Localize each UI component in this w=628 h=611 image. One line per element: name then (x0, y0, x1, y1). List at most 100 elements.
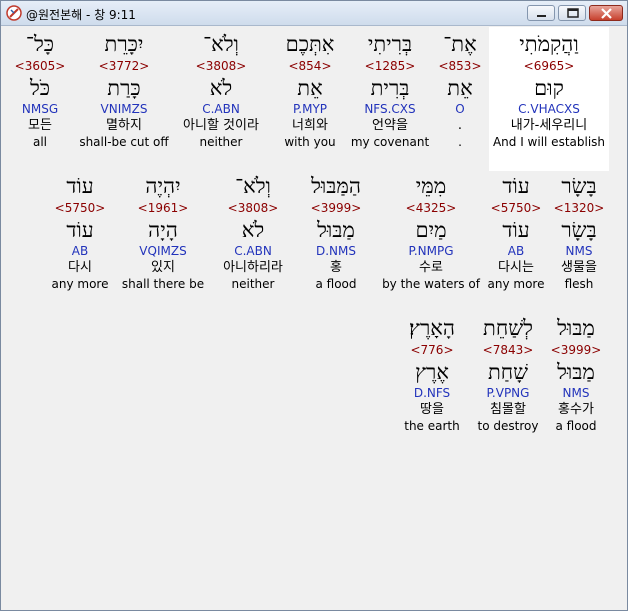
hebrew-word: מִמֵּי (415, 174, 447, 198)
word-cell-selected[interactable]: וַהֲקִמֹתִי <6965> קוּם C.VHACXS 내가-세우리니… (489, 27, 609, 171)
maximize-button[interactable] (558, 5, 586, 21)
strong-number[interactable]: <3999> (295, 199, 377, 217)
english-gloss: all (32, 135, 48, 149)
korean-gloss: 땅을 (420, 402, 444, 417)
word-cell[interactable]: עוֹד <5750> עוֹד AB 다시 any more (45, 173, 115, 292)
english-gloss: a flood (315, 277, 357, 291)
morphology: NMS (565, 244, 593, 258)
word-cell[interactable]: בְּרִיתִי <1285> בְּרִית NFS.CXS 언약을 my … (349, 31, 431, 150)
lemma: אֵת (297, 76, 323, 100)
korean-gloss: 멸하지 (106, 118, 142, 133)
word-cell[interactable]: עוֹד <5750> עוֹד AB 다시는 any more (483, 173, 549, 292)
maximize-icon (567, 8, 579, 18)
morphology: NMSG (21, 102, 59, 116)
hebrew-word: עוֹד (66, 174, 94, 198)
lemma: בָּשָׂר (561, 218, 597, 242)
morphology: P.NMPG (408, 244, 454, 258)
word-cell[interactable]: יִהְיֶה <1961> הָיָה VQIMZS 있지 shall the… (117, 173, 209, 292)
english-gloss: flesh (564, 277, 594, 291)
strong-number[interactable]: <3808> (169, 57, 273, 75)
word-cell[interactable]: אֶת־ <853> אֵת O . . (433, 31, 487, 150)
korean-gloss: 언약을 (372, 118, 408, 133)
lemma: מַבּוּל (317, 218, 355, 242)
word-cell[interactable]: בָּשָׂר <1320> בָּשָׂר NMS 생물을 flesh (551, 173, 607, 292)
minimize-button[interactable] (527, 5, 555, 21)
morphology: P.MYP (292, 102, 328, 116)
app-window: @원전본해 - 창 9:11 כָּל־ <3605> כֹּל NMSG 모든… (0, 0, 628, 611)
lemma: אֵת (447, 76, 473, 100)
lemma: לֹא (209, 76, 233, 100)
word-cell[interactable]: הַמַּבּוּל <3999> מַבּוּל D.NMS 홍 a floo… (295, 173, 377, 292)
hebrew-word: וַהֲקִמֹתִי (519, 32, 579, 56)
hebrew-word: יִכָּרֵת (104, 32, 144, 56)
korean-gloss: 수로 (419, 260, 443, 275)
morphology: VQIMZS (139, 244, 187, 258)
english-gloss: neither (199, 135, 243, 149)
korean-gloss: 있지 (151, 260, 175, 275)
strong-number[interactable]: <5750> (45, 199, 115, 217)
morphology: C.VHACXS (518, 102, 580, 116)
close-button[interactable] (589, 5, 623, 21)
strong-number[interactable]: <5750> (483, 199, 549, 217)
strong-number[interactable]: <3605> (9, 57, 71, 75)
strong-number[interactable]: <6965> (489, 57, 609, 75)
strong-number[interactable]: <1961> (117, 199, 209, 217)
strong-number[interactable]: <3772> (71, 57, 177, 75)
english-gloss: a flood (555, 419, 597, 433)
title-bar[interactable]: @원전본해 - 창 9:11 (1, 1, 627, 26)
hebrew-word: לְשַׁחֵת (483, 316, 533, 340)
hebrew-word: אִתְּכֶם (285, 32, 335, 56)
strong-number[interactable]: <3999> (547, 341, 605, 359)
morphology: C.ABN (202, 102, 240, 116)
hebrew-word: וְלֹא־ (235, 174, 271, 198)
morphology: P.VPNG (486, 386, 530, 400)
word-cell[interactable]: וְלֹא־ <3808> לֹא C.ABN 아니하리라 neither (211, 173, 295, 292)
lemma: הָיָה (148, 218, 178, 242)
hebrew-word: עוֹד (502, 174, 530, 198)
korean-gloss: 모든 (28, 118, 52, 133)
strong-number[interactable]: <3808> (211, 199, 295, 217)
hebrew-word: מַבּוּל (557, 316, 595, 340)
korean-gloss: 내가-세우리니 (510, 118, 588, 133)
strong-number[interactable]: <853> (433, 57, 487, 75)
lemma: בְּרִית (370, 76, 410, 100)
word-cell[interactable]: הָאָרֶץ׃ <776> אֶרֶץ D.NFS 땅을 the earth (397, 315, 467, 434)
word-cell[interactable]: מִמֵּי <4325> מַיִם P.NMPG 수로 by the wat… (379, 173, 483, 292)
window-title: @원전본해 - 창 9:11 (26, 8, 136, 22)
morphology: NMS (562, 386, 590, 400)
strong-number[interactable]: <1320> (551, 199, 607, 217)
word-cell[interactable]: יִכָּרֵת <3772> כָּרַת VNIMZS 멸하지 shall-… (71, 31, 177, 150)
strong-number[interactable]: <4325> (379, 199, 483, 217)
hebrew-word: הָאָרֶץ׃ (409, 316, 455, 340)
hebrew-word: בְּרִיתִי (367, 32, 413, 56)
word-cell[interactable]: מַבּוּל <3999> מַבּוּל NMS 홍수가 a flood (547, 315, 605, 434)
word-cell[interactable]: כָּל־ <3605> כֹּל NMSG 모든 all (9, 31, 71, 150)
english-gloss: any more (487, 277, 545, 291)
app-icon[interactable] (6, 5, 22, 21)
lemma: כֹּל (29, 76, 51, 100)
english-gloss: the earth (404, 419, 460, 433)
english-gloss: my covenant (350, 135, 430, 149)
morphology: AB (71, 244, 89, 258)
morphology: NFS.CXS (364, 102, 416, 116)
word-cell[interactable]: לְשַׁחֵת <7843> שָׁחַת P.VPNG 침몰할 to des… (471, 315, 545, 434)
strong-number[interactable]: <1285> (349, 57, 431, 75)
korean-gloss: 너희와 (292, 118, 328, 133)
lemma: מַיִם (415, 218, 447, 242)
strong-number[interactable]: <7843> (471, 341, 545, 359)
lemma: לֹא (241, 218, 265, 242)
english-gloss: to destroy (477, 419, 539, 433)
lemma: שָׁחַת (487, 360, 529, 384)
hebrew-word: בָּשָׂר (561, 174, 597, 198)
close-icon (601, 8, 612, 19)
interlinear-view: כָּל־ <3605> כֹּל NMSG 모든 all יִכָּרֵת <… (5, 27, 623, 605)
lemma: עוֹד (502, 218, 530, 242)
strong-number[interactable]: <776> (397, 341, 467, 359)
korean-gloss: 다시 (68, 260, 92, 275)
hebrew-word: וְלֹא־ (203, 32, 239, 56)
word-cell[interactable]: וְלֹא־ <3808> לֹא C.ABN 아니할 것이라 neither (169, 31, 273, 150)
strong-number[interactable]: <854> (275, 57, 345, 75)
english-gloss: with you (284, 135, 336, 149)
english-gloss: . (458, 135, 462, 149)
word-cell[interactable]: אִתְּכֶם <854> אֵת P.MYP 너희와 with you (275, 31, 345, 150)
